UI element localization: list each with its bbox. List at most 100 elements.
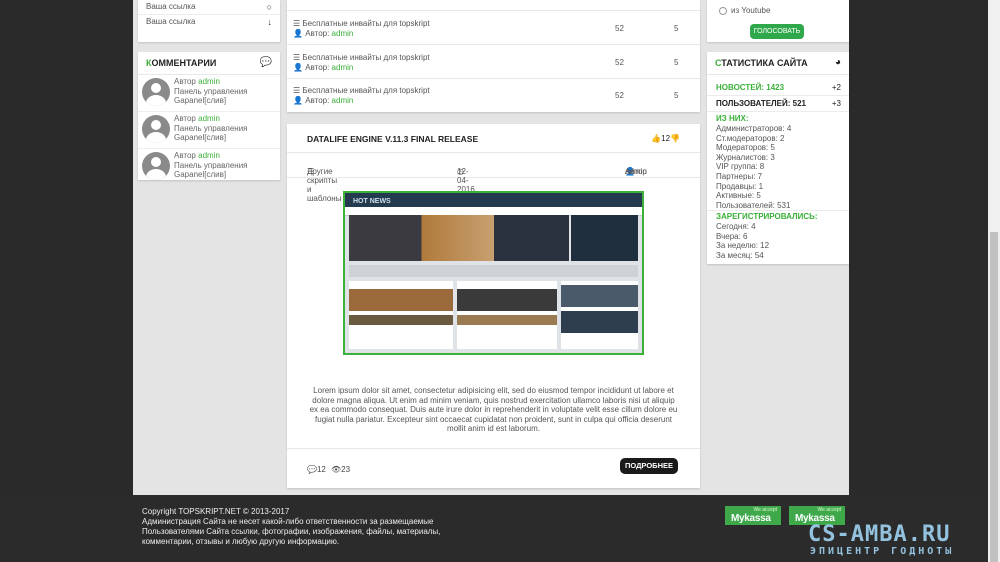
eye-icon: 👁 [331,465,342,474]
arrow-down-icon: ↓ [267,17,273,27]
link-item[interactable]: Ваша ссылка ↓ [138,15,280,29]
article-meta: ☰ Другие скрипты и шаблоны ◷ 12-04-2016,… [287,152,700,203]
link-label[interactable]: Ваша ссылка [146,15,195,29]
group-stat: Ст.модераторов: 2 [716,133,785,143]
thumbs-down-icon[interactable]: 👎 [670,134,680,143]
avatar [142,115,170,143]
user-icon: 👤 [293,63,303,72]
views-count: 5 [674,58,679,67]
comment-line[interactable]: Gapanel[слив] [174,133,248,143]
avatar [142,152,170,180]
comment-line[interactable]: Панель управления [174,87,248,97]
news-plus: +2 [831,83,841,92]
comment-author-link[interactable]: admin [198,77,220,86]
preview-column [349,281,453,349]
divider [707,210,849,211]
views-count: 5 [674,91,679,100]
link-item[interactable]: Ваша ссылка ○ [138,0,280,15]
author-label [293,0,295,9]
copyright: Copyright TOPSKRIPT.NET © 2013-2017 [142,507,290,516]
news-row[interactable] [287,0,700,11]
news-row[interactable]: ☰ Бесплатные инвайты для topskript 👤 Авт… [287,11,700,45]
thumbs-up-icon[interactable]: 👍 [651,134,661,143]
comments-icon: 💬 [307,465,317,474]
scrollbar-thumb[interactable] [990,232,998,562]
article-preview-image[interactable]: HOT NEWS [343,191,644,355]
comment-author-label: Автор [174,151,196,160]
article-title[interactable]: DATALIFE ENGINE V.11.3 FINAL RELEASE [307,134,478,144]
article-text: Lorem ipsum dolor sit amet, consectetur … [309,386,678,433]
comment-item[interactable]: Автор admin Панель управления Gapanel[сл… [138,75,280,112]
comments-box: Комментарии 💬 Автор admin Панель управле… [138,52,280,180]
group-stats: Администраторов: 4 Ст.модераторов: 2 Мод… [716,124,791,210]
author-label: Автор: [305,29,330,38]
comment-item[interactable]: Автор admin Панель управления Gapanel[сл… [138,112,280,149]
registered-label: ЗАРЕГИСТРИРОВАЛИСЬ: [716,212,818,221]
pie-chart-icon: ◕ [834,57,841,68]
read-more-button[interactable]: ПОДРОБНЕЕ [619,458,678,474]
news-title[interactable]: Бесплатные инвайты для topskript [302,53,429,62]
poll-option-label[interactable]: из Youtube [731,6,770,15]
comments-count: 52 [615,91,624,100]
divider [707,95,849,96]
comments-title: Комментарии 💬 [138,52,280,75]
poll-box: из Youtube ГОЛОСОВАТЬ [707,0,849,42]
reg-stat: Вчера: 6 [716,231,748,241]
comment-author-label: Автор [174,77,196,86]
stats-title-rest: ТАТИСТИКА САЙТА [721,58,808,68]
links-box: Ваша ссылка ○ Ваша ссылка ↓ [138,0,280,42]
comment-item[interactable]: Автор admin Панель управления Gapanel[сл… [138,149,280,185]
comment-line[interactable]: Панель управления [174,124,248,134]
news-row[interactable]: ☰ Бесплатные инвайты для topskript 👤 Авт… [287,78,700,111]
preview-banner [349,265,638,277]
article-footer: 💬12 👁23 ПОДРОБНЕЕ [287,448,700,489]
comment-author-link[interactable]: admin [198,114,220,123]
mykassa-badge[interactable]: We accept Mykassa [725,506,781,525]
author-link[interactable]: admin [332,29,354,38]
reg-stat: За месяц: 54 [716,250,764,260]
preview-header: HOT NEWS [345,193,642,207]
watermark-tagline: ЭПИЦЕНТР ГОДНОТЫ [810,546,955,557]
comment-line[interactable]: Gapanel[слив] [174,96,248,106]
avatar [142,78,170,106]
user-icon: 👤 [293,96,303,105]
article-category[interactable]: Другие скрипты и шаблоны [307,167,341,203]
group-stat: VIP группа: 8 [716,162,765,172]
preview-hero [349,215,569,261]
outer-background-right [849,0,988,495]
group-stat: Пользователей: 531 [716,200,791,210]
views-count: 5 [674,24,679,33]
group-stat: Продавцы: 1 [716,181,764,191]
comments-count: 52 [615,58,624,67]
rss-icon: ☰ [293,86,301,95]
users-count: ПОЛЬЗОВАТЕЛЕЙ: 521 [716,99,806,108]
divider [707,111,849,112]
page-scrollbar[interactable] [988,0,1000,562]
comments-title-rest: омментарии [151,58,217,68]
radio-button[interactable] [719,6,727,15]
article-views-count: 23 [341,465,351,474]
author-link[interactable]: admin [332,96,354,105]
group-stat: Модераторов: 5 [716,143,775,153]
group-stat: Администраторов: 4 [716,124,792,133]
author-link[interactable]: admin [625,167,647,176]
rss-icon: ☰ [293,19,301,28]
comment-line[interactable]: Панель управления [174,161,248,171]
group-stat: Журналистов: 3 [716,152,775,162]
comment-author-link[interactable]: admin [198,151,220,160]
stats-title: СТАТИСТИКА САЙТА ◕ [707,52,849,75]
user-icon: 👤 [293,29,303,38]
author-label: Автор: [305,63,330,72]
disclaimer-line: Пользователями Сайта ссылки, фотографии,… [142,527,441,536]
news-row[interactable]: ☰ Бесплатные инвайты для topskript 👤 Авт… [287,45,700,79]
link-label[interactable]: Ваша ссылка [146,0,195,14]
comment-author-label: Автор [174,114,196,123]
article-comments-count: 12 [316,465,326,474]
vote-button[interactable]: ГОЛОСОВАТЬ [750,24,804,39]
users-plus: +3 [831,99,841,108]
comment-line[interactable]: Gapanel[слив] [174,170,248,180]
news-title[interactable]: Бесплатные инвайты для topskript [302,86,429,95]
author-link[interactable]: admin [332,63,354,72]
poll-option[interactable]: из Youtube [719,6,770,15]
news-title[interactable]: Бесплатные инвайты для topskript [302,19,429,28]
